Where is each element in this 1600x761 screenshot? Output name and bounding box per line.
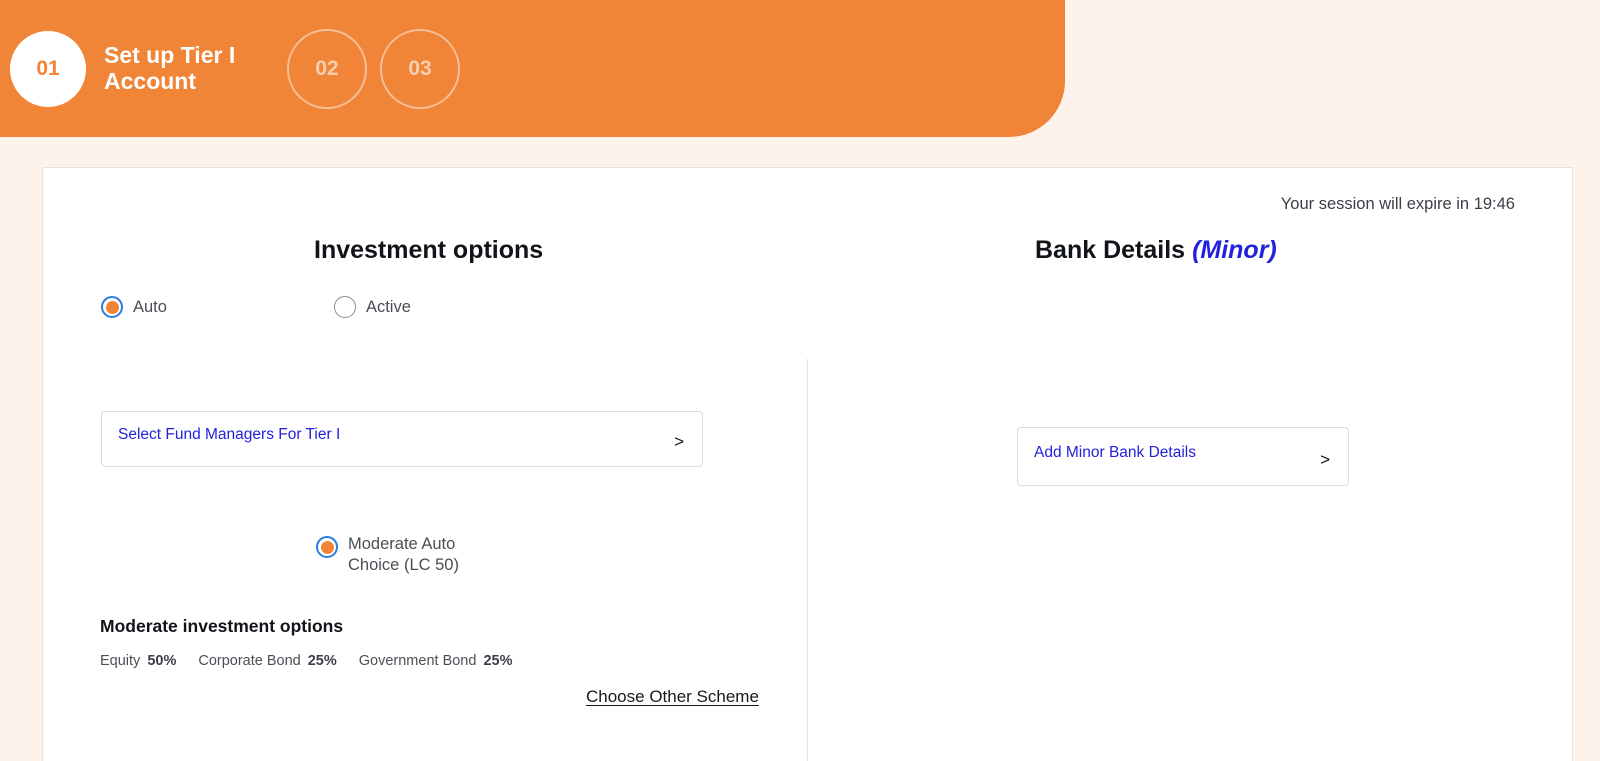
radio-active-indicator[interactable] [333, 296, 356, 318]
radio-option-active[interactable]: Active [333, 296, 411, 318]
chevron-right-icon: > [1320, 449, 1330, 469]
investment-mode-radio-group: Auto Active [101, 296, 411, 318]
bank-details-title-text: Bank Details [1035, 236, 1186, 264]
bank-details-minor-tag: (Minor) [1192, 236, 1277, 264]
radio-option-moderate-auto-choice[interactable]: Moderate Auto Choice (LC 50) [316, 534, 460, 576]
radio-moderate-dot [320, 540, 334, 554]
step-indicator-01[interactable]: 01 [10, 30, 86, 107]
add-minor-bank-details-label: Add Minor Bank Details [1034, 443, 1196, 461]
radio-moderate-label-line2: Choice (LC 50) [348, 556, 459, 575]
allocation-percent-equity: 50% [147, 653, 177, 669]
allocation-name-equity: Equity [100, 653, 141, 669]
choose-other-scheme-link[interactable]: Choose Other Scheme [586, 687, 759, 707]
step-number-02: 02 [315, 56, 339, 80]
investment-options-column: Investment options Auto Active Select Fu… [43, 168, 807, 761]
radio-moderate-indicator[interactable] [316, 536, 338, 558]
investment-options-title: Investment options [314, 236, 544, 264]
bank-details-title: Bank Details (Minor) [1035, 236, 1277, 265]
step-indicator-02[interactable]: 02 [287, 28, 367, 109]
add-minor-bank-details-box[interactable]: Add Minor Bank Details > [1017, 427, 1349, 486]
radio-active-label: Active [365, 297, 411, 316]
allocation-percent-government-bond: 25% [483, 653, 513, 669]
progress-stepper: 01 Set up Tier I Account 02 03 [0, 0, 1065, 137]
select-fund-managers-box[interactable]: Select Fund Managers For Tier I > [101, 411, 703, 467]
allocation-heading: Moderate investment options [100, 616, 344, 636]
radio-moderate-label: Moderate Auto Choice (LC 50) [348, 534, 460, 576]
bank-details-column: Bank Details (Minor) Add Minor Bank Detai… [807, 168, 1572, 761]
step-label-01: Set up Tier I Account [104, 41, 236, 94]
select-fund-managers-label: Select Fund Managers For Tier I [118, 426, 341, 443]
allocation-name-corporate-bond: Corporate Bond [198, 653, 301, 669]
allocation-percent-corporate-bond: 25% [307, 653, 337, 669]
radio-option-auto[interactable]: Auto [101, 296, 167, 318]
step-number-01: 01 [36, 56, 60, 80]
step-number-03: 03 [408, 56, 432, 80]
step-indicator-03[interactable]: 03 [380, 28, 460, 109]
radio-auto-dot [105, 300, 119, 314]
allocation-name-government-bond: Government Bond [358, 653, 477, 669]
radio-auto-indicator[interactable] [101, 296, 123, 318]
allocation-breakdown: Equity 50% Corporate Bond 25% Government Bon… [100, 653, 512, 669]
chevron-right-icon: > [674, 432, 684, 451]
radio-moderate-label-line1: Moderate Auto [348, 535, 456, 553]
radio-auto-label: Auto [133, 297, 167, 316]
main-content-card: Your session will expire in 19:46 Invest… [42, 167, 1573, 761]
